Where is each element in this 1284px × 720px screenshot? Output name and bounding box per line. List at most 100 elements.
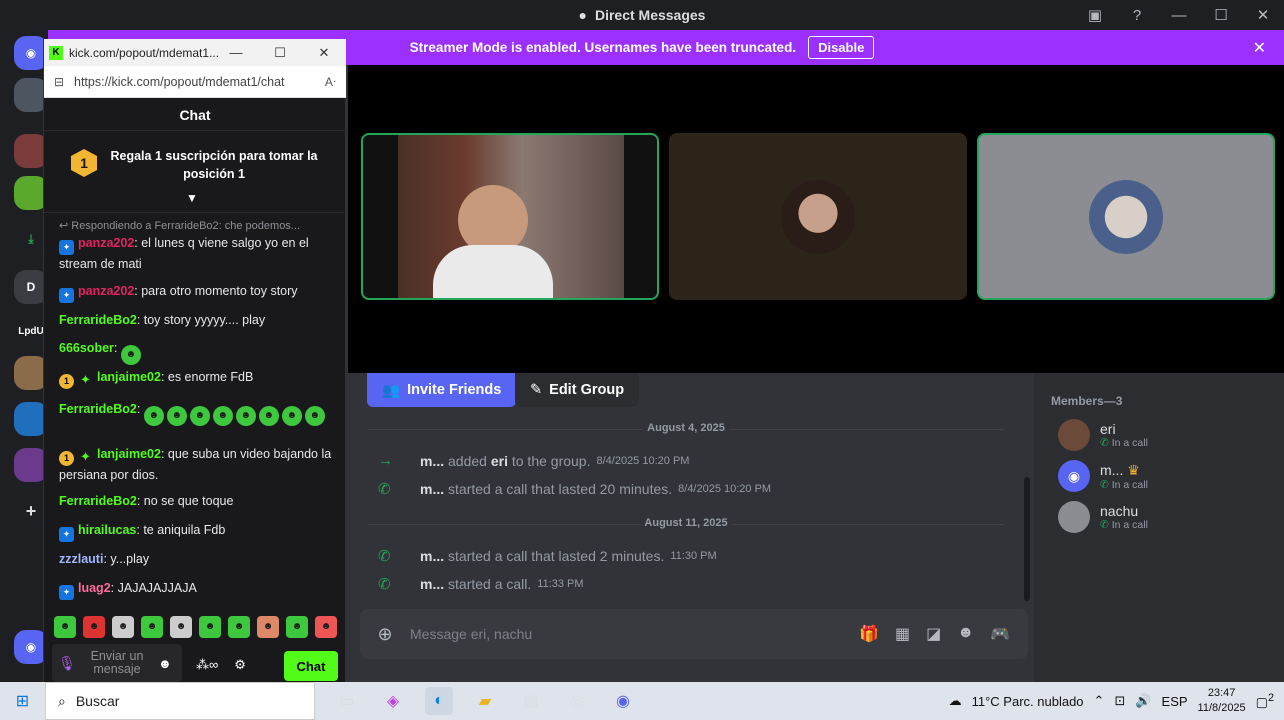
disable-button[interactable]: Disable [808, 36, 875, 59]
close-icon[interactable]: ✕ [1242, 0, 1284, 30]
inbox-icon[interactable]: ▣ [1074, 0, 1116, 30]
emoji-icon[interactable]: ☻ [957, 624, 974, 644]
maximize-icon[interactable]: ☐ [260, 39, 300, 66]
message-user[interactable]: m... [420, 576, 444, 592]
weather-icon[interactable]: ☁ [949, 693, 962, 709]
emote-icon[interactable]: ☻ [228, 616, 250, 638]
chat-input-placeholder[interactable]: Enviar un mensaje [82, 650, 152, 676]
member-item[interactable]: ◉ m... ♛ ✆ In a call [1058, 460, 1148, 492]
minimize-icon[interactable]: — [1158, 0, 1200, 30]
tray-chevron-icon[interactable]: ⌃ [1094, 693, 1105, 709]
chat-text: : JAJAJAJJAJA [110, 581, 197, 595]
task-view-icon[interactable]: ▭ [333, 687, 361, 715]
video-tile[interactable] [361, 133, 659, 300]
member-name: nachu [1100, 503, 1139, 519]
kick-popout-window: K kick.com/popout/mdemat1... — ☐ ✕ ⊟ htt… [43, 39, 346, 682]
language-indicator[interactable]: ESP [1162, 694, 1188, 709]
emote-icon[interactable]: ☻ [257, 616, 279, 638]
kick-tab-title: kick.com/popout/mdemat1... [69, 45, 220, 60]
help-icon[interactable]: ? [1116, 0, 1158, 30]
send-chat-button[interactable]: Chat [284, 651, 338, 681]
chat-username[interactable]: luag2 [78, 581, 111, 595]
taskbar-search[interactable]: ⌕ Buscar [45, 682, 315, 720]
chat-username[interactable]: FerrarideBo2 [59, 494, 137, 508]
chat-username[interactable]: FerrarideBo2 [59, 402, 137, 416]
message-input[interactable] [410, 626, 860, 642]
message-time: 8/4/2025 10:20 PM [596, 454, 690, 467]
vip-badge-icon: ✦ [59, 585, 74, 600]
chat-message: 666sober: ☻ [59, 339, 334, 365]
network-icon[interactable]: ⊡ [1114, 693, 1125, 709]
message-user[interactable]: m... [420, 481, 444, 497]
emote-icon[interactable]: ☻ [315, 616, 337, 638]
edge-icon[interactable]: ◐ [425, 687, 453, 715]
sparkle-badge-icon: ✦ [80, 449, 91, 464]
windows-start-icon[interactable]: ⊞ [0, 691, 45, 711]
url-text[interactable]: https://kick.com/popout/mdemat1/chat [74, 75, 285, 89]
microphone-icon[interactable]: 🎙 [52, 655, 82, 672]
sub-badge: 1 [59, 374, 74, 389]
chat-username[interactable]: hirailucas [78, 523, 136, 537]
emote-icon[interactable]: ☻ [83, 616, 105, 638]
app-icon[interactable]: ▤ [517, 687, 545, 715]
kick-titlebar: K kick.com/popout/mdemat1... — ☐ ✕ [44, 39, 346, 66]
chat-username[interactable]: lanjaime02 [97, 370, 161, 384]
participant-tile[interactable] [977, 133, 1275, 300]
notifications-icon[interactable]: ▢2 [1256, 692, 1274, 710]
chat-text: : [136, 402, 141, 416]
file-explorer-icon[interactable]: ▰ [471, 687, 499, 715]
minimize-icon[interactable]: — [216, 39, 256, 66]
copilot-icon[interactable]: ◈ [379, 687, 407, 715]
discord-taskbar-icon[interactable]: ◉ [609, 687, 637, 715]
date-label: August 4, 2025 [643, 422, 729, 434]
emote-icon[interactable]: ☻ [170, 616, 192, 638]
chat-username[interactable]: lanjaime02 [97, 447, 161, 461]
close-icon[interactable]: ✕ [304, 39, 344, 66]
emoji-icon[interactable]: ☻ [158, 656, 172, 671]
pinned-gift-banner[interactable]: 1 Regala 1 suscripción para tomar la pos… [44, 131, 346, 213]
banner-close-icon[interactable]: ✕ [1253, 38, 1266, 58]
settings-icon[interactable]: ⚙ [234, 657, 246, 673]
chat-controls: ⁂∞ ⚙ [196, 657, 246, 673]
maximize-icon[interactable]: ☐ [1200, 0, 1242, 30]
users-icon[interactable]: ⁂∞ [196, 657, 218, 673]
gift-icon[interactable]: 🎁 [859, 624, 879, 644]
member-item[interactable]: eri ✆ In a call [1058, 419, 1148, 451]
site-info-icon[interactable]: ⊟ [44, 75, 74, 89]
chat-username[interactable]: zzzlauti [59, 552, 103, 566]
obs-icon[interactable]: ◎ [563, 687, 591, 715]
emote-icon[interactable]: ☻ [286, 616, 308, 638]
edit-group-button[interactable]: ✎ Edit Group [515, 373, 640, 407]
weather-text[interactable]: 11°C Parc. nublado [972, 694, 1084, 709]
member-item[interactable]: nachu ✆ In a call [1058, 501, 1148, 533]
address-bar[interactable]: ⊟ https://kick.com/popout/mdemat1/chat A… [44, 66, 346, 98]
chat-username[interactable]: 666sober [59, 341, 114, 355]
emote-icon[interactable]: ☻ [141, 616, 163, 638]
emote-icon[interactable]: ☻ [112, 616, 134, 638]
clock[interactable]: 23:47 11/8/2025 [1198, 686, 1246, 716]
chat-username[interactable]: panza202 [78, 284, 134, 298]
scrollbar[interactable] [1024, 477, 1030, 601]
emote-icon[interactable]: ☻ [199, 616, 221, 638]
chat-username[interactable]: panza202 [78, 236, 134, 250]
invite-friends-button[interactable]: 👥 Invite Friends [367, 373, 517, 407]
member-status: In a call [1111, 437, 1148, 449]
chat-input[interactable]: 🎙 Enviar un mensaje ☻ [52, 644, 182, 682]
gif-icon[interactable]: ▦ [895, 624, 910, 644]
emote-icon: ☻ [212, 406, 233, 426]
message-user[interactable]: m... [420, 453, 444, 469]
vip-badge-icon: ✦ [59, 240, 74, 255]
sticker-icon[interactable]: ◪ [926, 624, 941, 644]
read-aloud-icon[interactable]: Aᐧ [325, 75, 336, 89]
message-user[interactable]: m... [420, 548, 444, 564]
message-mention[interactable]: eri [491, 453, 508, 469]
emote-icon[interactable]: ☻ [54, 616, 76, 638]
message-text: started a call. [448, 576, 532, 592]
attach-icon[interactable]: ⊕ [360, 624, 410, 645]
activities-icon[interactable]: 🎮 [990, 624, 1010, 644]
volume-icon[interactable]: 🔊 [1135, 693, 1151, 709]
chat-username[interactable]: FerrarideBo2 [59, 313, 137, 327]
participant-tile[interactable] [669, 133, 967, 300]
pinned-text: Regala 1 suscripción para tomar la posic… [110, 149, 318, 181]
collapse-icon[interactable]: ▼ [186, 191, 198, 205]
